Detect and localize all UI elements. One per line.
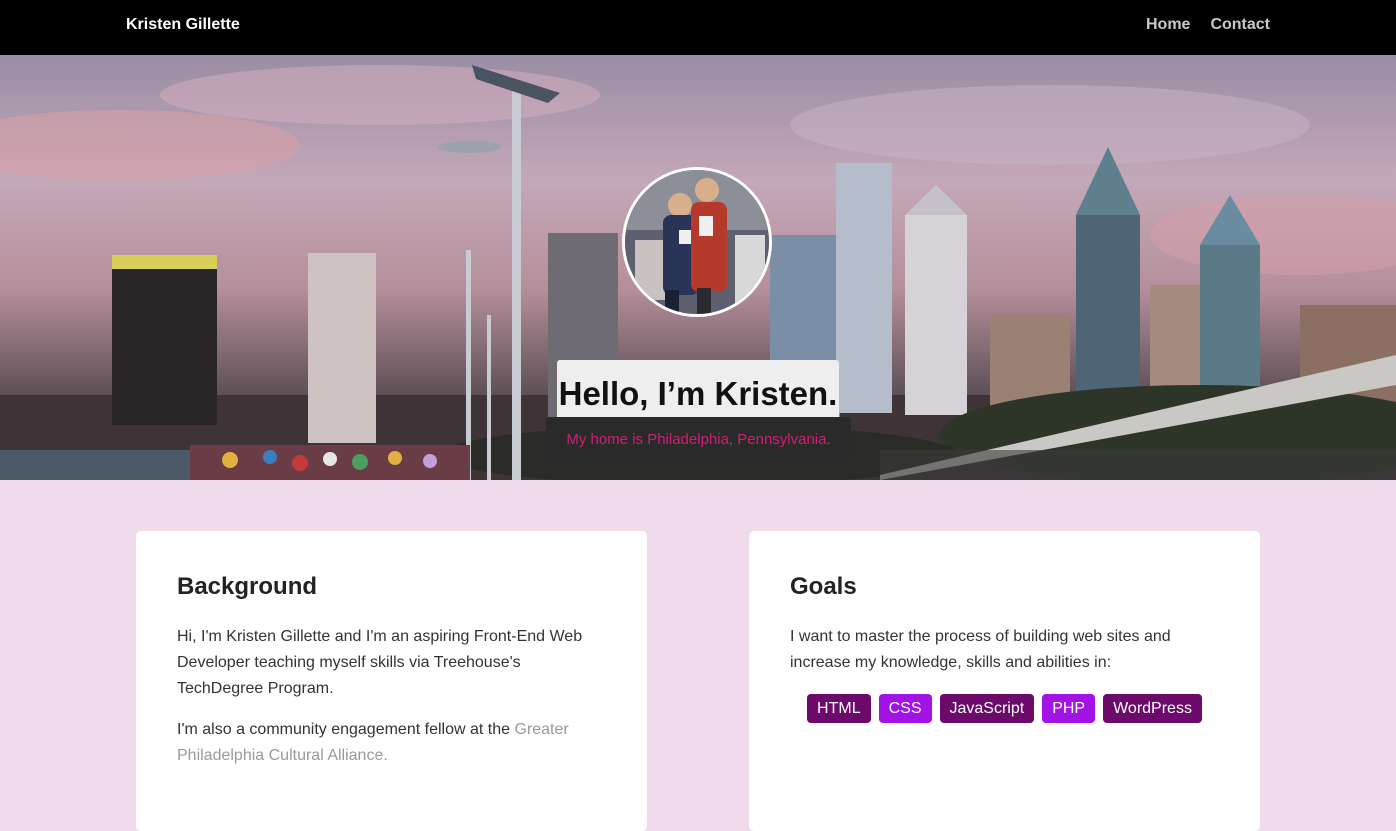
background-paragraph-2-text: I'm also a community engagement fellow a… xyxy=(177,721,515,738)
background-title: Background xyxy=(177,573,318,600)
hero-tagline: My home is Philadelphia, Pennsylvania. xyxy=(546,417,851,461)
top-navbar: Kristen Gillette Home Contact xyxy=(0,0,1396,55)
skill-tag-php: PHP xyxy=(1042,694,1096,723)
goals-card: Goals I want to master the process of bu… xyxy=(749,531,1260,831)
nav-home-link[interactable]: Home xyxy=(1146,16,1190,34)
goals-paragraph: I want to master the process of building… xyxy=(790,628,1171,671)
background-paragraph-2: I'm also a community engagement fellow a… xyxy=(177,717,606,769)
skill-tags: HTML CSS JavaScript PHP WordPress xyxy=(790,694,1219,723)
brand-link[interactable]: Kristen Gillette xyxy=(126,16,240,34)
skill-tag-javascript: JavaScript xyxy=(939,694,1035,723)
profile-avatar xyxy=(622,167,772,317)
skill-tag-wordpress: WordPress xyxy=(1103,694,1202,723)
background-paragraph-1: Hi, I'm Kristen Gillette and I'm an aspi… xyxy=(177,628,583,697)
background-card: Background Hi, I'm Kristen Gillette and … xyxy=(136,531,647,831)
main-nav: Home Contact xyxy=(1146,16,1270,34)
skill-tag-css: CSS xyxy=(878,694,932,723)
profile-photo xyxy=(625,170,769,314)
hero-banner: Hello, I’m Kristen. My home is Philadelp… xyxy=(0,55,1396,480)
goals-title: Goals xyxy=(790,573,857,600)
skill-tag-html: HTML xyxy=(807,694,871,723)
nav-contact-link[interactable]: Contact xyxy=(1210,16,1270,34)
